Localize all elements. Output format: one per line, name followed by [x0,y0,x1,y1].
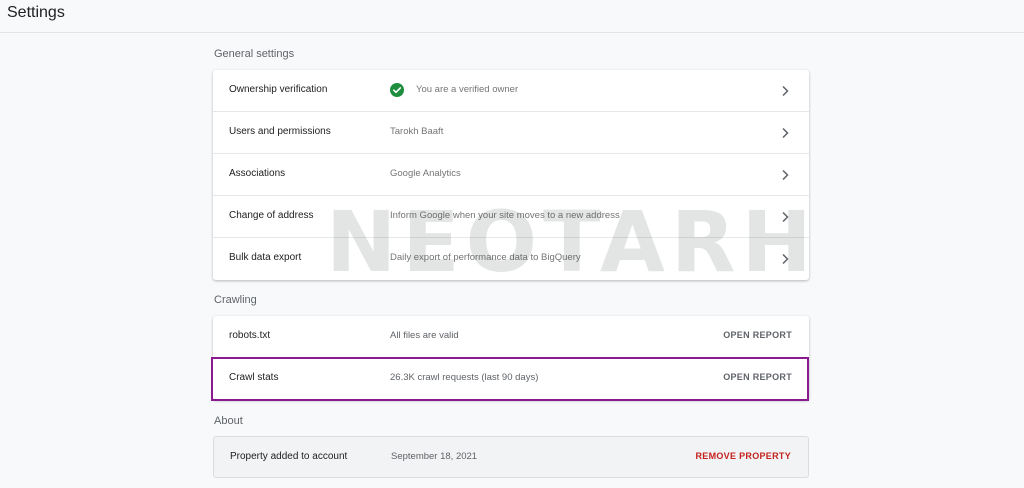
crawling-card: robots.txt All files are valid OPEN REPO… [213,316,809,400]
property-added-date: September 18, 2021 [391,451,478,462]
row-value: All files are valid [390,330,459,341]
chevron-right-icon [782,169,789,181]
property-added-label: Property added to account [230,451,348,462]
bulk-data-export-row[interactable]: Bulk data export Daily export of perform… [213,238,809,280]
open-report-button[interactable]: OPEN REPORT [723,330,792,340]
row-value: Daily export of performance data to BigQ… [390,252,581,263]
general-settings-heading: General settings [214,48,295,60]
check-circle-icon [390,83,404,97]
users-and-permissions-row[interactable]: Users and permissions Tarokh Baaft [213,112,809,154]
top-bar: Settings [0,0,1024,33]
chevron-right-icon [782,253,789,265]
row-value: Inform Google when your site moves to a … [390,210,620,221]
remove-property-button[interactable]: REMOVE PROPERTY [695,451,791,461]
crawling-heading: Crawling [214,294,257,306]
row-label: Users and permissions [229,126,331,137]
chevron-right-icon [782,127,789,139]
chevron-right-icon [782,211,789,223]
change-of-address-row[interactable]: Change of address Inform Google when you… [213,196,809,238]
row-label: Change of address [229,210,314,221]
row-label: Crawl stats [229,372,279,383]
about-heading: About [214,415,243,427]
associations-row[interactable]: Associations Google Analytics [213,154,809,196]
row-label: Bulk data export [229,252,302,263]
row-value: 26.3K crawl requests (last 90 days) [390,372,539,383]
robots-txt-row: robots.txt All files are valid OPEN REPO… [213,316,809,358]
about-card: Property added to account September 18, … [213,436,809,478]
open-report-button[interactable]: OPEN REPORT [723,372,792,382]
row-label: robots.txt [229,330,271,341]
general-settings-card: Ownership verification You are a verifie… [213,70,809,280]
page-title: Settings [7,4,65,21]
row-value: You are a verified owner [416,84,519,95]
chevron-right-icon [782,85,789,97]
row-label: Associations [229,168,286,179]
row-label: Ownership verification [229,84,328,95]
row-value: Tarokh Baaft [390,126,444,137]
row-value: Google Analytics [390,168,461,179]
crawl-stats-row: Crawl stats 26.3K crawl requests (last 9… [213,358,809,400]
ownership-verification-row[interactable]: Ownership verification You are a verifie… [213,70,809,112]
